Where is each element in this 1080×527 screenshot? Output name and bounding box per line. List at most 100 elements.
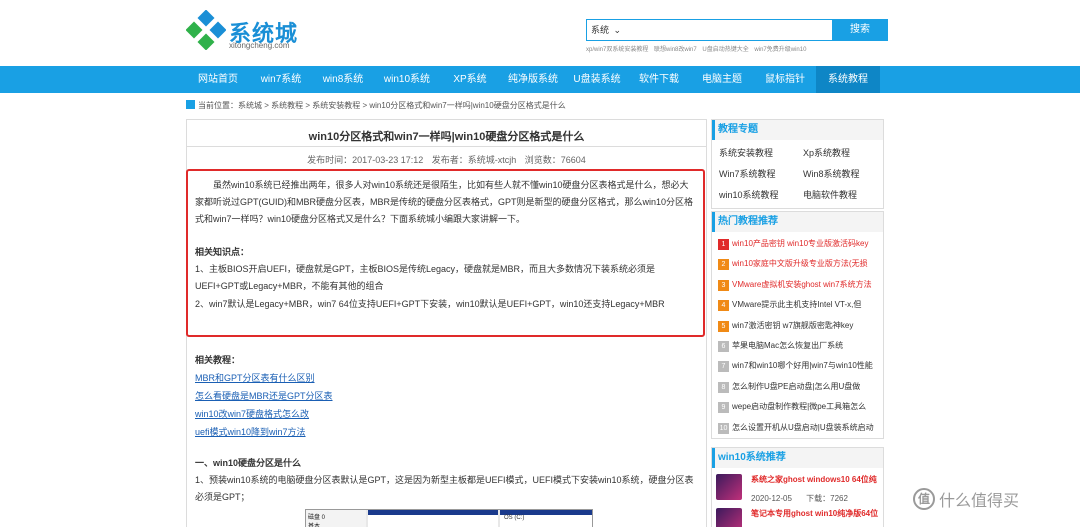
hot-tutorial-label: win10家庭中文版升级专业版方法(无损 xyxy=(732,259,868,269)
hot-tutorial-item[interactable]: 7 win7和win10哪个好用|win7与win10性能 xyxy=(712,356,883,376)
nav-item-software[interactable]: 软件下载 xyxy=(628,66,690,93)
rank-badge: 10 xyxy=(718,422,729,434)
knowledge-point-2: 2、win7默认是Legacy+MBR，win7 64位支持UEFI+GPT下安… xyxy=(195,299,665,309)
search-button[interactable]: 搜索 xyxy=(832,19,888,41)
hot-tutorial-item[interactable]: 2 win10家庭中文版升级专业版方法(无损 xyxy=(712,254,883,274)
article-author: 发布者：系统城-xtcjh xyxy=(431,155,517,165)
breadcrumb-link[interactable]: 系统安装教程 xyxy=(312,101,360,110)
course-topics-panel: 教程专题 系统安装教程 Xp系统教程 Win7系统教程 Win8系统教程 win… xyxy=(711,119,884,209)
knowledge-title: 相关知识点： xyxy=(195,247,250,257)
hot-word-link[interactable]: win7免费升级win10 xyxy=(754,47,806,53)
search-bar: 系统 ⌄ 搜索 xyxy=(586,19,888,41)
hot-tutorial-item[interactable]: 4 VMware提示此主机支持Intel VT-x,但 xyxy=(712,295,883,315)
disk-management-screenshot: 磁盘 0 基本 OS (C:) xyxy=(305,509,593,527)
section-paragraph: 1、预装win10系统的电脑硬盘分区表默认是GPT，这是因为新型主板都是UEFI… xyxy=(195,475,694,502)
hot-tutorial-label: wepe启动盘制作教程|微pe工具箱怎么 xyxy=(732,402,867,412)
system-download-item[interactable]: 笔记本专用ghost win10纯净版64位 xyxy=(712,502,883,527)
rank-badge: 1 xyxy=(718,239,729,250)
rank-badge: 7 xyxy=(718,361,729,373)
logo-domain: xitongcheng.com xyxy=(229,41,290,50)
watermark: 值什么值得买 xyxy=(913,487,1019,513)
breadcrumb-current: win10分区格式和win7一样吗|win10硬盘分区格式是什么 xyxy=(369,101,566,110)
article: win10分区格式和win7一样吗|win10硬盘分区格式是什么 发布时间：20… xyxy=(186,119,707,527)
nav-item-home[interactable]: 网站首页 xyxy=(186,66,250,93)
hot-tutorial-label: VMware虚拟机安装ghost win7系统方法 xyxy=(732,279,872,289)
system-thumbnail xyxy=(716,474,742,500)
publish-time: 发布时间：2017-03-23 17:12 xyxy=(307,155,424,165)
knowledge-point-1: 1、主板BIOS开启UEFI，硬盘就是GPT，主板BIOS是传统Legacy，硬… xyxy=(195,264,656,291)
chevron-down-icon: ⌄ xyxy=(613,25,622,35)
hot-tutorial-item[interactable]: 8 怎么制作U盘PE启动盘|怎么用U盘做 xyxy=(712,377,883,397)
related-link[interactable]: win10改win7硬盘格式怎么改 xyxy=(195,405,695,423)
course-link[interactable]: Win8系统教程 xyxy=(803,167,860,180)
rank-badge: 3 xyxy=(718,279,729,291)
hot-tutorial-item[interactable]: 1 win10产品密钥 win10专业版激活码key xyxy=(712,234,883,254)
course-link[interactable]: Xp系统教程 xyxy=(803,146,850,159)
related-title: 相关教程： xyxy=(195,355,241,365)
breadcrumb-separator: > xyxy=(360,101,370,110)
search-category-select[interactable]: 系统 ⌄ xyxy=(586,19,832,41)
course-link[interactable]: 系统安装教程 xyxy=(719,146,773,159)
hot-tutorial-label: win7激活密钥 w7旗舰版密匙神key xyxy=(732,320,854,330)
nav-item-pure[interactable]: 纯净版系统 xyxy=(500,66,566,93)
related-link[interactable]: 怎么看硬盘是MBR还是GPT分区表 xyxy=(195,387,695,405)
article-title: win10分区格式和win7一样吗|win10硬盘分区格式是什么 xyxy=(308,131,585,143)
nav-item-theme[interactable]: 电脑主题 xyxy=(690,66,754,93)
nav-item-win10[interactable]: win10系统 xyxy=(374,66,440,93)
watermark-badge-icon: 值 xyxy=(913,488,935,510)
course-link[interactable]: 电脑软件教程 xyxy=(803,188,857,201)
rank-badge: 5 xyxy=(718,320,729,332)
course-topics-list: 系统安装教程 Xp系统教程 Win7系统教程 Win8系统教程 win10系统教… xyxy=(712,140,883,212)
nav-item-win8[interactable]: win8系统 xyxy=(312,66,374,93)
hot-tutorial-label: 怎么设置开机从U盘启动|U盘装系统启动 xyxy=(732,422,874,432)
hot-tutorial-item[interactable]: 5 win7激活密钥 w7旗舰版密匙神key xyxy=(712,316,883,336)
related-tutorials: 相关教程： MBR和GPT分区表有什么区别 怎么看硬盘是MBR还是GPT分区表 … xyxy=(195,351,695,441)
course-link[interactable]: Win7系统教程 xyxy=(719,167,776,180)
hot-tutorial-label: 怎么制作U盘PE启动盘|怎么用U盘做 xyxy=(732,381,861,391)
hot-word-link[interactable]: U盘启动热键大全 xyxy=(702,47,748,53)
rank-badge: 6 xyxy=(718,340,729,352)
hot-tutorial-label: win7和win10哪个好用|win7与win10性能 xyxy=(732,361,873,371)
article-intro: 虽然win10系统已经推出两年，很多人对win10系统还是很陌生，比如有些人就不… xyxy=(195,180,694,224)
hot-tutorial-label: 苹果电脑Mac怎么恢复出厂系统 xyxy=(732,340,844,350)
nav-item-win7[interactable]: win7系统 xyxy=(250,66,312,93)
rank-badge: 4 xyxy=(718,300,729,312)
course-topics-title: 教程专题 xyxy=(712,120,883,140)
hot-word-link[interactable]: 联想win8改win7 xyxy=(654,47,697,53)
logo-mark-icon xyxy=(186,10,226,50)
nav-item-usb[interactable]: U盘装系统 xyxy=(566,66,628,93)
breadcrumb-link[interactable]: 系统教程 xyxy=(271,101,303,110)
hot-tutorial-item[interactable]: 9 wepe启动盘制作教程|微pe工具箱怎么 xyxy=(712,397,883,417)
system-thumbnail xyxy=(716,508,742,527)
related-link[interactable]: MBR和GPT分区表有什么区别 xyxy=(195,369,695,387)
hot-tutorial-label: VMware提示此主机支持Intel VT-x,但 xyxy=(732,300,862,310)
disk-name: 磁盘 0 xyxy=(308,515,326,521)
hot-tutorial-item[interactable]: 6 苹果电脑Mac怎么恢复出厂系统 xyxy=(712,336,883,356)
article-meta: 发布时间：2017-03-23 17:12 发布者：系统城-xtcjh 浏览数：… xyxy=(187,153,706,166)
course-link[interactable]: win10系统教程 xyxy=(719,188,779,201)
nav-item-tutorial[interactable]: 系统教程 xyxy=(816,66,880,93)
system-download-item[interactable]: 系统之家ghost windows10 64位纯 2020-12-05 下载：7… xyxy=(712,468,883,503)
hot-tutorials-title: 热门教程推荐 xyxy=(712,212,883,232)
hot-search-words: xp/win7双系统安装教程 联想win8改win7 U盘启动热键大全 win7… xyxy=(586,44,810,53)
system-name: 系统之家ghost windows10 64位纯 xyxy=(751,475,877,484)
disk-label: 磁盘 0 基本 xyxy=(306,510,366,527)
home-icon xyxy=(186,100,195,109)
win10-recommend-panel: win10系统推荐 系统之家ghost windows10 64位纯 2020-… xyxy=(711,447,884,527)
nav-item-cursor[interactable]: 鼠标指针 xyxy=(754,66,816,93)
hot-tutorial-label: win10产品密钥 win10专业版激活码key xyxy=(732,239,869,248)
nav-item-xp[interactable]: XP系统 xyxy=(440,66,500,93)
breadcrumb-link[interactable]: 系统城 xyxy=(238,101,262,110)
hot-tutorials-panel: 热门教程推荐 1 win10产品密钥 win10专业版激活码key 2 win10家… xyxy=(711,211,884,439)
site-logo[interactable]: 系统城 xitongcheng.com xyxy=(186,10,306,54)
hot-word-link[interactable]: xp/win7双系统安装教程 xyxy=(586,47,648,53)
hot-tutorial-item[interactable]: 3 VMware虚拟机安装ghost win7系统方法 xyxy=(712,275,883,295)
related-link[interactable]: uefi模式win10降到win7方法 xyxy=(195,423,695,441)
breadcrumb-prefix: 当前位置： xyxy=(198,101,238,110)
system-name: 笔记本专用ghost win10纯净版64位 xyxy=(751,509,879,518)
watermark-text: 什么值得买 xyxy=(939,493,1020,510)
hot-tutorial-item[interactable]: 10 怎么设置开机从U盘启动|U盘装系统启动 xyxy=(712,418,883,438)
win10-recommend-title: win10系统推荐 xyxy=(712,448,883,468)
rank-badge: 8 xyxy=(718,381,729,393)
rank-badge: 2 xyxy=(718,259,729,271)
